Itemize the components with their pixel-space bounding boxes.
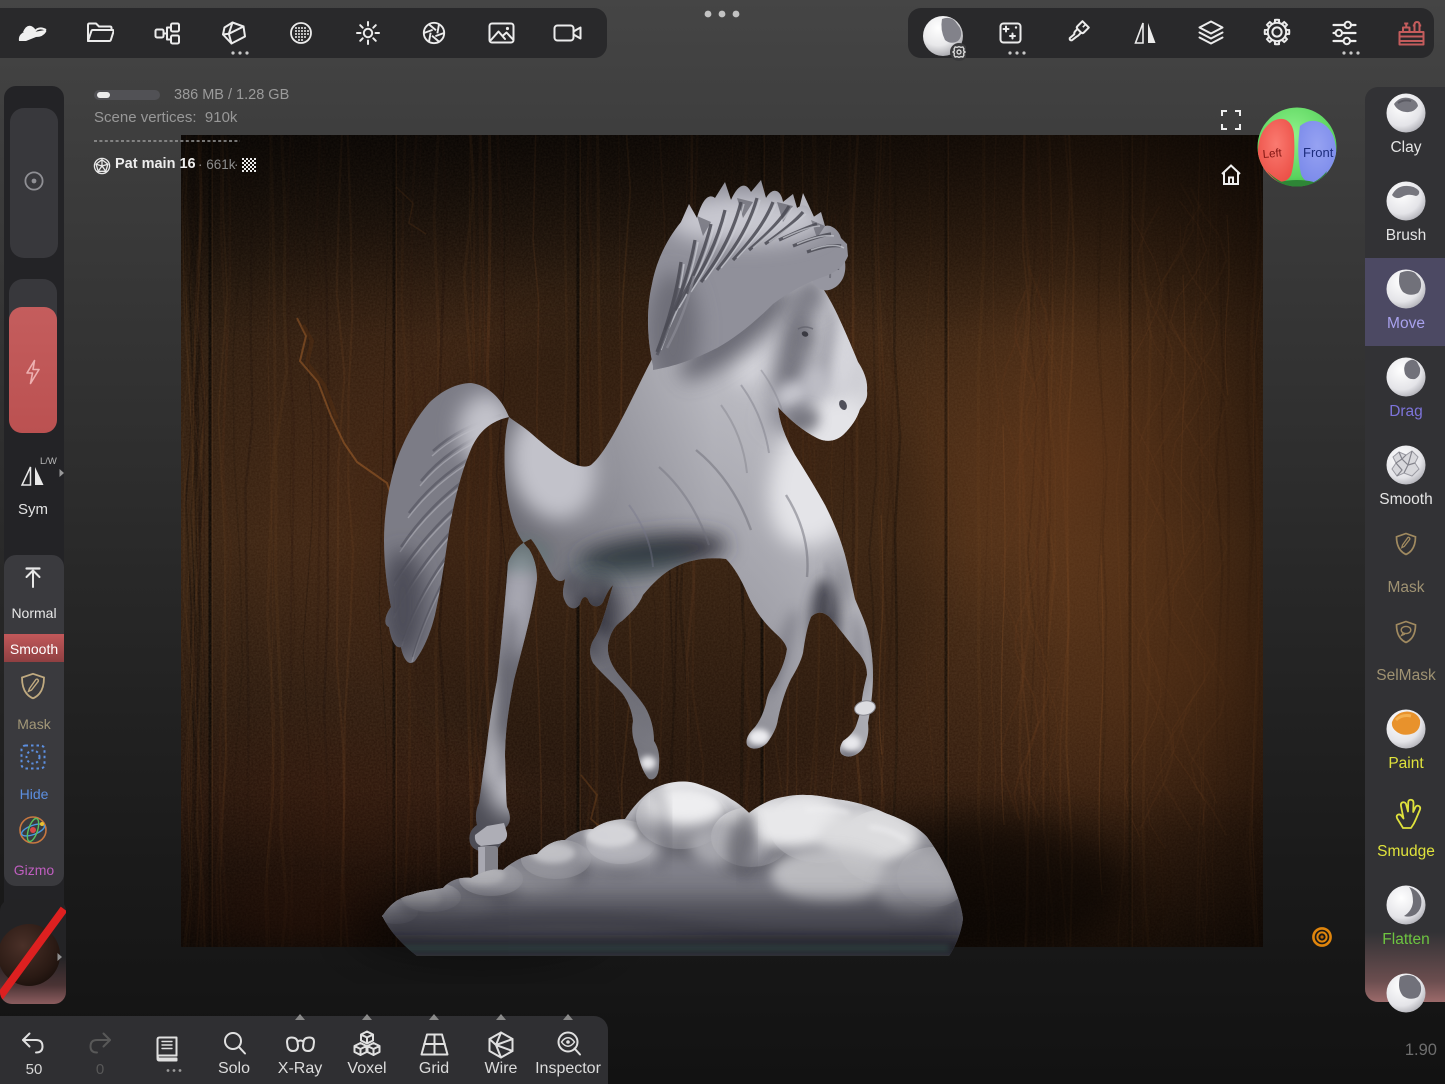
svg-text:Front: Front	[1303, 145, 1334, 160]
svg-text:Left: Left	[1262, 147, 1283, 161]
